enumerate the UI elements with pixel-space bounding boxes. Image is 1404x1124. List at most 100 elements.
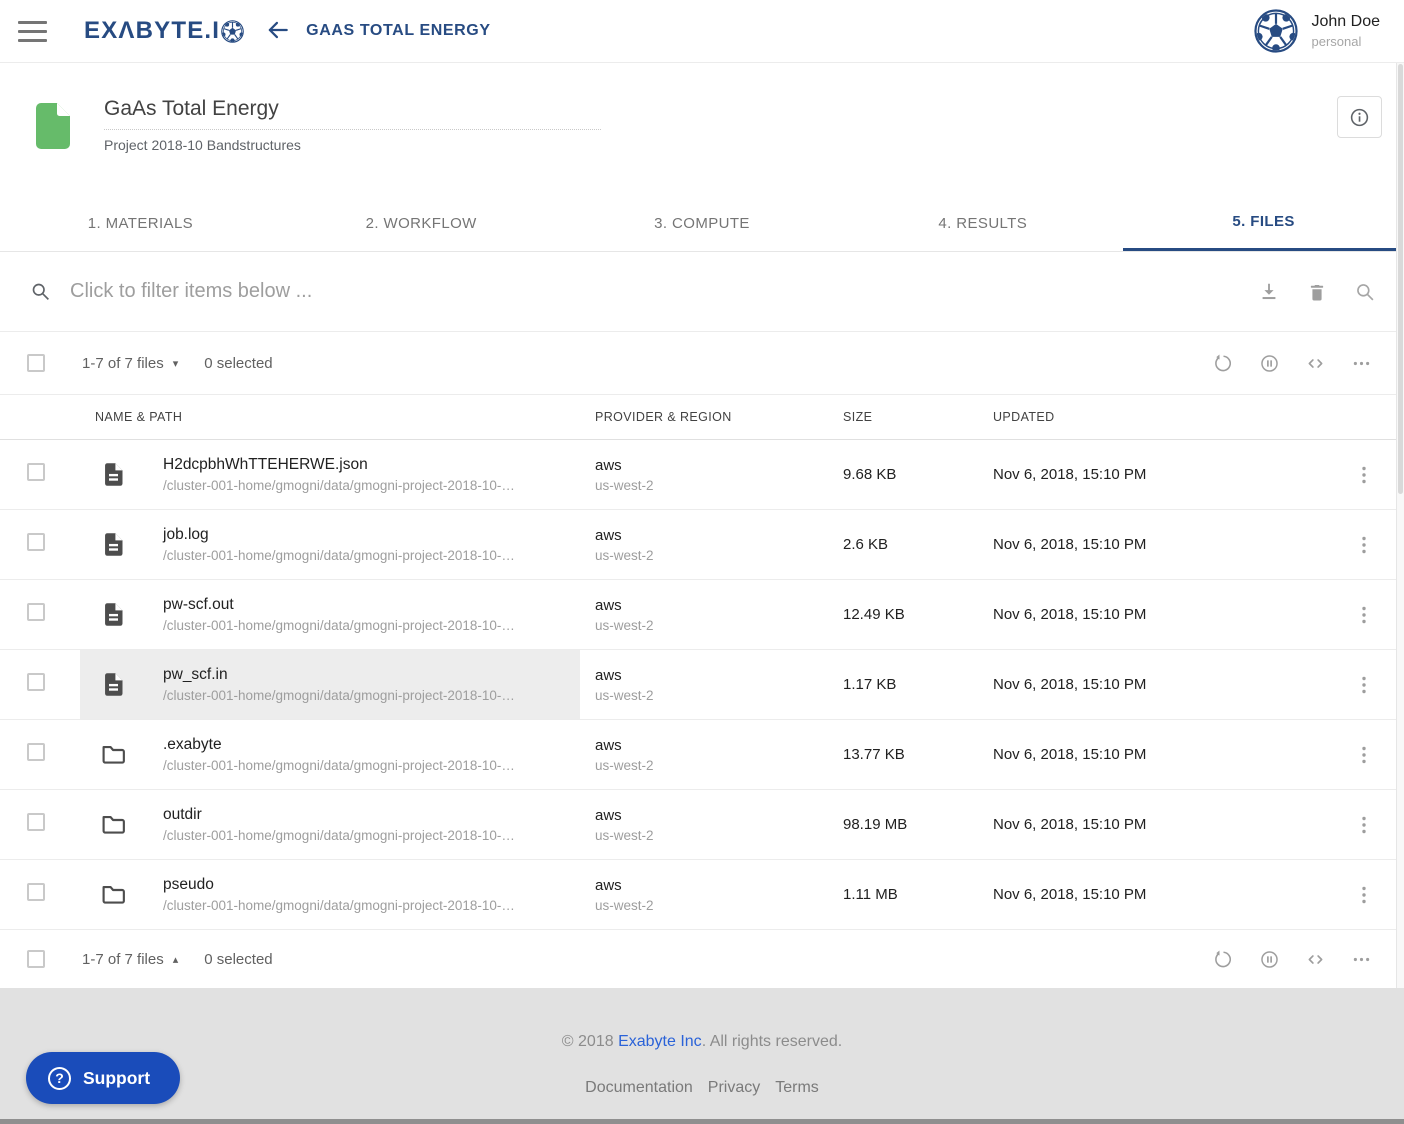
scrollbar[interactable] <box>1396 63 1404 988</box>
scrollbar-thumb[interactable] <box>1398 64 1403 494</box>
list-toolbar-top: 1-7 of 7 files ▾ 0 selected <box>0 332 1404 395</box>
file-icon <box>100 461 127 488</box>
download-button[interactable] <box>1258 281 1280 303</box>
table-row[interactable]: outdir /cluster-001-home/gmogni/data/gmo… <box>0 790 1404 860</box>
filter-input[interactable] <box>68 279 1258 304</box>
select-all-checkbox[interactable] <box>27 950 45 968</box>
region: us-west-2 <box>595 828 828 843</box>
file-name[interactable]: job.log <box>163 526 515 544</box>
delete-button[interactable] <box>1306 281 1328 303</box>
pause-button[interactable] <box>1259 949 1280 970</box>
folder-updated: Nov 6, 2018, 15:10 PM <box>978 886 1324 903</box>
file-name[interactable]: H2dcpbhWhTTEHERWE.json <box>163 456 515 474</box>
company-link[interactable]: Exabyte Inc <box>618 1033 702 1050</box>
info-button[interactable] <box>1337 96 1382 138</box>
table-row[interactable]: .exabyte /cluster-001-home/gmogni/data/g… <box>0 720 1404 790</box>
file-name[interactable]: pw-scf.out <box>163 596 515 614</box>
provider: aws <box>595 737 828 754</box>
region: us-west-2 <box>595 758 828 773</box>
provider: aws <box>595 597 828 614</box>
vertical-dots-icon <box>1352 673 1376 697</box>
col-size[interactable]: SIZE <box>828 410 978 424</box>
file-name[interactable]: pw_scf.in <box>163 666 515 684</box>
logo-text: EXΛBYTE.I <box>84 17 220 45</box>
folder-name[interactable]: .exabyte <box>163 736 515 754</box>
folder-path: /cluster-001-home/gmogni/data/gmogni-pro… <box>163 898 515 913</box>
row-menu-button[interactable] <box>1352 813 1376 837</box>
files-page: EXΛBYTE.I GAAS TOTAL ENERGY John Doe per… <box>0 0 1404 1124</box>
row-menu-button[interactable] <box>1352 533 1376 557</box>
pause-button[interactable] <box>1259 353 1280 374</box>
filter-bar <box>0 252 1404 332</box>
select-all-checkbox[interactable] <box>27 354 45 372</box>
refresh-icon <box>1213 949 1234 970</box>
vertical-dots-icon <box>1352 603 1376 627</box>
more-options-button[interactable] <box>1351 353 1372 374</box>
exabyte-logo[interactable]: EXΛBYTE.I <box>84 17 244 45</box>
user-menu[interactable]: John Doe personal <box>1254 9 1381 53</box>
back-arrow-icon[interactable] <box>264 17 292 45</box>
code-button[interactable] <box>1305 949 1326 970</box>
file-size: 12.49 KB <box>828 606 978 623</box>
row-checkbox[interactable] <box>27 533 45 551</box>
file-icon <box>100 671 127 698</box>
refresh-button[interactable] <box>1213 353 1234 374</box>
col-updated[interactable]: UPDATED <box>978 410 1324 424</box>
terms-link[interactable]: Terms <box>775 1079 819 1097</box>
support-button[interactable]: ? Support <box>26 1052 180 1104</box>
row-checkbox[interactable] <box>27 463 45 481</box>
col-provider-region[interactable]: PROVIDER & REGION <box>580 410 828 424</box>
range-label: 1-7 of 7 files <box>82 355 164 372</box>
pagination-range-dropdown[interactable]: 1-7 of 7 files ▾ <box>82 355 178 372</box>
file-size: 9.68 KB <box>828 466 978 483</box>
folder-updated: Nov 6, 2018, 15:10 PM <box>978 746 1324 763</box>
code-button[interactable] <box>1305 353 1326 374</box>
vertical-dots-icon <box>1352 813 1376 837</box>
footer-links: Documentation Privacy Terms <box>0 1079 1404 1097</box>
pagination-range-dropdown[interactable]: 1-7 of 7 files ▴ <box>82 951 178 968</box>
file-path: /cluster-001-home/gmogni/data/gmogni-pro… <box>163 478 515 493</box>
table-row-highlighted[interactable]: pw_scf.in /cluster-001-home/gmogni/data/… <box>0 650 1404 720</box>
folder-name[interactable]: pseudo <box>163 876 515 894</box>
folder-name[interactable]: outdir <box>163 806 515 824</box>
documentation-link[interactable]: Documentation <box>585 1079 693 1097</box>
file-icon <box>100 531 127 558</box>
folder-size: 1.11 MB <box>828 886 978 903</box>
col-name-path[interactable]: NAME & PATH <box>80 410 580 424</box>
row-checkbox[interactable] <box>27 673 45 691</box>
privacy-link[interactable]: Privacy <box>708 1079 760 1097</box>
row-checkbox[interactable] <box>27 883 45 901</box>
info-icon <box>1349 107 1370 128</box>
table-row[interactable]: H2dcpbhWhTTEHERWE.json /cluster-001-home… <box>0 440 1404 510</box>
row-checkbox[interactable] <box>27 603 45 621</box>
row-checkbox[interactable] <box>27 743 45 761</box>
hamburger-menu-icon[interactable] <box>18 21 47 42</box>
row-menu-button[interactable] <box>1352 463 1376 487</box>
more-options-button[interactable] <box>1351 949 1372 970</box>
refresh-button[interactable] <box>1213 949 1234 970</box>
user-avatar-soccer-ball[interactable] <box>1254 9 1298 53</box>
code-icon <box>1305 949 1326 970</box>
table-row[interactable]: pw-scf.out /cluster-001-home/gmogni/data… <box>0 580 1404 650</box>
tab-compute[interactable]: 3. COMPUTE <box>562 195 843 251</box>
tab-results[interactable]: 4. RESULTS <box>842 195 1123 251</box>
job-subtitle: Project 2018-10 Bandstructures <box>104 137 601 153</box>
table-row[interactable]: job.log /cluster-001-home/gmogni/data/gm… <box>0 510 1404 580</box>
selected-count: 0 selected <box>204 951 272 968</box>
provider: aws <box>595 807 828 824</box>
pause-icon <box>1259 949 1280 970</box>
job-title[interactable]: GaAs Total Energy <box>104 97 601 121</box>
refresh-icon <box>1213 353 1234 374</box>
table-row[interactable]: pseudo /cluster-001-home/gmogni/data/gmo… <box>0 860 1404 930</box>
tab-materials[interactable]: 1. MATERIALS <box>0 195 281 251</box>
vertical-dots-icon <box>1352 533 1376 557</box>
tab-workflow[interactable]: 2. WORKFLOW <box>281 195 562 251</box>
tab-files[interactable]: 5. FILES <box>1123 195 1404 251</box>
row-menu-button[interactable] <box>1352 743 1376 767</box>
row-menu-button[interactable] <box>1352 883 1376 907</box>
search-button[interactable] <box>1354 281 1376 303</box>
row-menu-button[interactable] <box>1352 673 1376 697</box>
row-menu-button[interactable] <box>1352 603 1376 627</box>
folder-path: /cluster-001-home/gmogni/data/gmogni-pro… <box>163 758 515 773</box>
row-checkbox[interactable] <box>27 813 45 831</box>
